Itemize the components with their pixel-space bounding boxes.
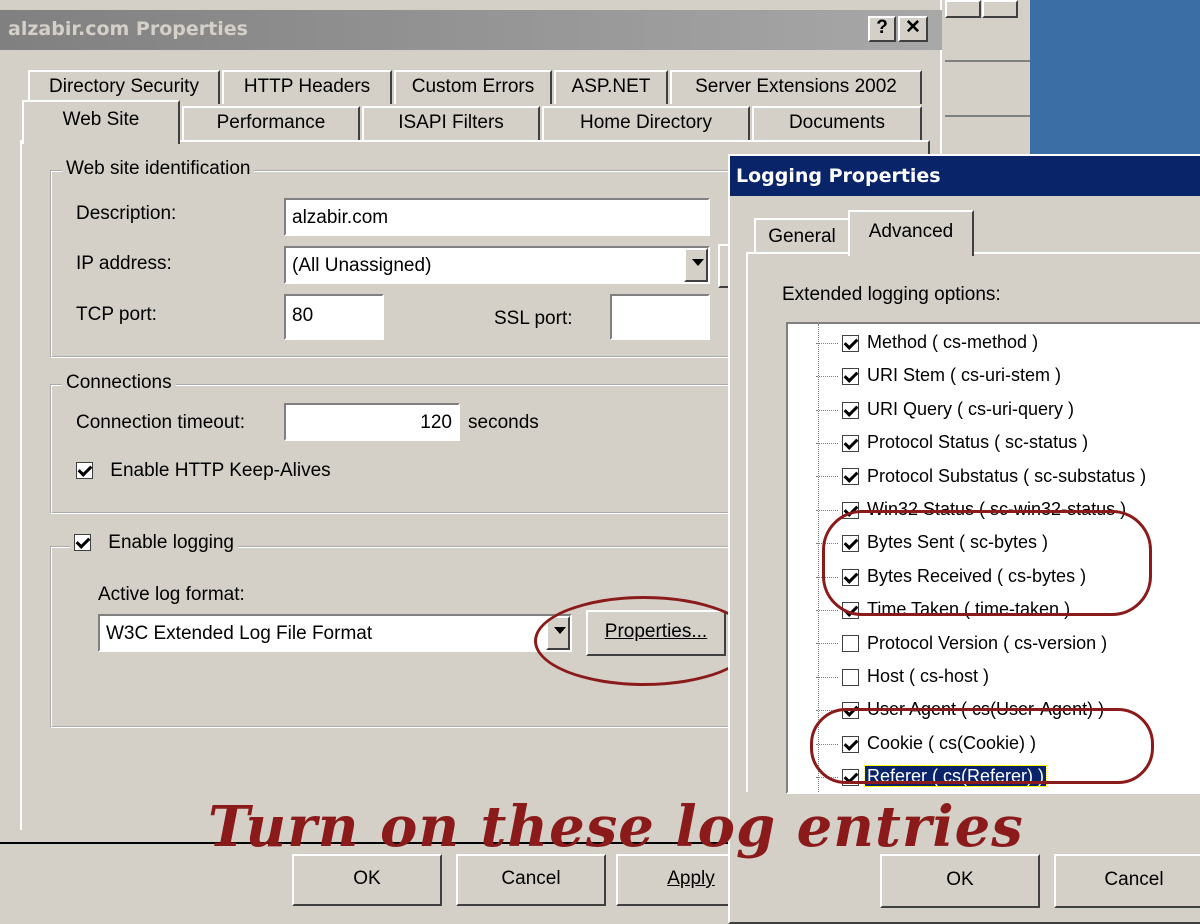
tree-connector [816,676,838,678]
dialog-title: alzabir.com Properties [8,18,248,40]
tab-http-headers[interactable]: HTTP Headers [222,70,392,104]
logging-option-item[interactable]: Protocol Substatus ( sc-substatus ) [788,460,1148,493]
connections-legend: Connections [62,372,176,394]
logging-option-item[interactable]: Protocol Version ( cs-version ) [788,627,1109,660]
tab-custom-errors[interactable]: Custom Errors [394,70,552,104]
tree-connector [816,376,838,378]
logging-title-bar: Logging Properties [730,156,1200,196]
tab-isapi-filters[interactable]: ISAPI Filters [362,106,540,140]
ssl-port-label: SSL port: [494,308,573,329]
checkbox-checked-icon [76,462,93,480]
background-window-button [982,0,1018,18]
cancel-button[interactable]: Cancel [456,854,606,906]
title-bar: alzabir.com Properties ? ✕ [0,10,942,50]
ip-address-select[interactable]: (All Unassigned) [284,246,710,284]
logging-option-item[interactable]: Protocol Status ( sc-status ) [788,426,1090,459]
logging-option-label: URI Query ( cs-uri-query ) [867,398,1075,419]
checkbox-checked-icon[interactable] [842,468,859,486]
checkbox-checked-icon[interactable] [842,368,859,386]
tab-advanced[interactable]: Advanced [848,210,974,256]
tree-connector [816,609,838,611]
timeout-field[interactable]: 120 [284,403,460,441]
chevron-down-icon[interactable] [684,248,708,282]
description-field[interactable]: alzabir.com [284,198,710,236]
checkbox-checked-icon[interactable] [842,434,859,452]
close-icon: ✕ [905,17,921,38]
tree-connector [816,342,838,344]
checkbox-unchecked-icon[interactable] [842,635,859,653]
logging-option-label: Protocol Version ( cs-version ) [867,632,1108,653]
background-window-divider [945,115,1030,117]
annotation-oval-properties [534,596,754,686]
desktop-area [1030,0,1200,160]
enable-logging-checkbox[interactable]: Enable logging [70,532,238,554]
tab-server-extensions[interactable]: Server Extensions 2002 [670,70,922,104]
logging-option-label: URI Stem ( cs-uri-stem ) [867,365,1062,386]
annotation-oval-cookie [810,708,1154,784]
timeout-unit: seconds [468,412,539,433]
logging-ok-button[interactable]: OK [880,854,1040,908]
checkbox-checked-icon[interactable] [842,334,859,352]
tab-directory-security[interactable]: Directory Security [28,70,220,104]
tcp-port-field[interactable]: 80 [284,294,384,340]
keepalive-checkbox[interactable]: Enable HTTP Keep-Alives [76,460,331,482]
identification-legend: Web site identification [62,158,255,180]
description-label: Description: [76,203,177,224]
logging-option-item[interactable]: Host ( cs-host ) [788,660,991,693]
extended-options-label: Extended logging options: [782,284,1001,305]
logging-cancel-button[interactable]: Cancel [1054,854,1200,908]
annotation-oval-bytes [822,510,1152,616]
log-format-label: Active log format: [98,584,245,605]
help-button[interactable]: ? [868,16,896,42]
ip-address-label: IP address: [76,253,172,274]
tree-connector [816,643,838,645]
checkbox-unchecked-icon[interactable] [842,668,859,686]
logging-dialog-title: Logging Properties [736,165,941,187]
annotation-text: Turn on these log entries [208,794,1024,860]
logging-option-label: Method ( cs-method ) [867,332,1039,352]
logging-option-label: Protocol Substatus ( sc-substatus ) [867,465,1147,486]
tab-aspnet[interactable]: ASP.NET [554,70,668,104]
tab-home-directory[interactable]: Home Directory [542,106,750,140]
ssl-port-field[interactable] [610,294,710,340]
tab-general[interactable]: General [754,218,850,254]
ok-button[interactable]: OK [292,854,442,906]
tab-performance[interactable]: Performance [182,106,360,140]
checkbox-checked-icon [74,534,91,552]
tree-connector [816,409,838,411]
tab-documents[interactable]: Documents [752,106,922,140]
logging-option-item[interactable]: URI Stem ( cs-uri-stem ) [788,359,1063,392]
checkbox-checked-icon[interactable] [842,401,859,419]
close-button[interactable]: ✕ [898,16,928,42]
tree-connector [816,509,838,511]
timeout-label: Connection timeout: [76,412,245,433]
logging-option-label: Host ( cs-host ) [867,666,990,686]
logging-option-item[interactable]: Method ( cs-method ) [788,326,1040,359]
background-window-divider [945,60,1030,62]
background-window-button [945,0,981,18]
logging-option-item[interactable]: URI Query ( cs-uri-query ) [788,393,1076,426]
background-window [940,0,1030,160]
tcp-port-label: TCP port: [76,304,157,325]
tab-web-site[interactable]: Web Site [22,100,180,144]
tree-connector [816,442,838,444]
logging-option-label: Protocol Status ( sc-status ) [867,432,1089,453]
log-format-select[interactable]: W3C Extended Log File Format [98,614,572,652]
tree-connector [816,476,838,478]
